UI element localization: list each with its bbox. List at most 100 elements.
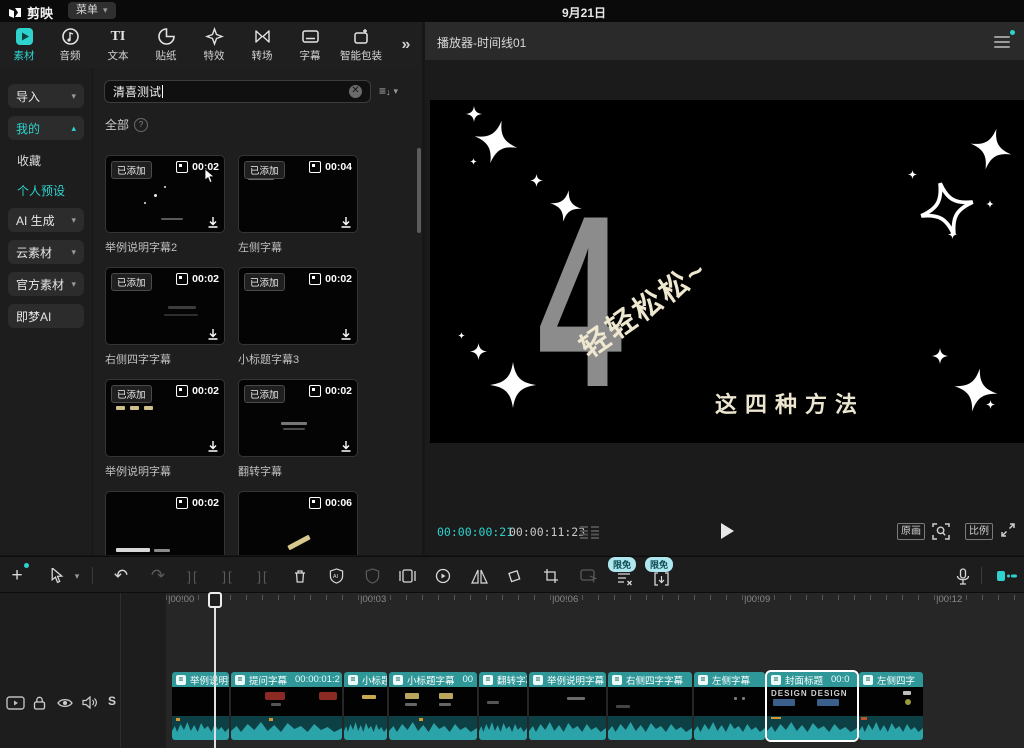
media-card[interactable]: 已添加 00:02 举例说明字幕2 [105, 155, 225, 255]
media-card[interactable]: 已添加 00:02 举例说明字幕 [105, 379, 225, 479]
speed-circle-icon [435, 568, 451, 584]
record-voiceover-button[interactable] [952, 565, 974, 587]
download-icon[interactable] [207, 440, 219, 452]
timeline-clip[interactable]: =左侧字幕 [694, 672, 765, 740]
timeline-clip[interactable]: =举例说明字幕 [529, 672, 606, 740]
fullscreen-icon[interactable] [1000, 522, 1016, 538]
search-input[interactable]: 清喜测试 ✕ [104, 80, 371, 103]
card-title: 举例说明字幕 [105, 463, 225, 479]
shield-icon [365, 568, 380, 584]
sidebar-item-dreamina-ai[interactable]: 即梦AI [8, 304, 84, 328]
rotate-button[interactable] [503, 565, 525, 587]
tab-transition[interactable]: 转场 [238, 25, 286, 65]
split-button[interactable]: ][ [217, 565, 239, 587]
ratio-button[interactable]: 比例 [965, 523, 993, 540]
hide-track-button[interactable] [57, 696, 73, 714]
text-template-icon: = [235, 675, 245, 685]
card-thumbnail: 已添加 00:02 [105, 155, 225, 233]
menu-button[interactable]: 菜单 ▾ [68, 2, 116, 19]
panel-scrollbar[interactable] [417, 148, 421, 233]
media-card[interactable]: 00:02 [105, 491, 225, 555]
clear-search-icon[interactable]: ✕ [349, 85, 362, 98]
auto-caption-button[interactable] [650, 568, 672, 590]
media-card[interactable]: 已添加 00:04 左侧字幕 [238, 155, 358, 255]
download-icon[interactable] [340, 216, 352, 228]
focus-zoom-icon[interactable] [932, 522, 950, 540]
batch-edit-button[interactable] [614, 568, 636, 590]
timeline-clip-selected[interactable]: =封面标题00:0 DESIGN DESIGN [767, 672, 857, 740]
crop-button[interactable] [540, 565, 562, 587]
tab-text[interactable]: TI 文本 [94, 25, 142, 65]
tab-effects[interactable]: 特效 [190, 25, 238, 65]
tab-audio[interactable]: 音频 [46, 25, 94, 65]
ribbon-expand-button[interactable]: » [390, 25, 422, 65]
sidebar-item-favorites[interactable]: 收藏 [17, 152, 41, 169]
mute-track-button[interactable] [82, 696, 97, 714]
speed-button[interactable] [432, 565, 454, 587]
tab-captions[interactable]: 字幕 [286, 25, 334, 65]
added-badge: 已添加 [111, 273, 152, 291]
timeline-clip[interactable]: =翻转字幕 [479, 672, 527, 740]
timeline-clip[interactable]: =左侧四字 [859, 672, 923, 740]
media-card[interactable]: 已添加 00:02 右侧四字字幕 [105, 267, 225, 367]
duration-label: 00:02 [192, 385, 219, 397]
download-icon[interactable] [207, 328, 219, 340]
download-icon[interactable] [340, 328, 352, 340]
undo-button[interactable]: ↶ [110, 565, 132, 587]
timeline-clip[interactable]: =小标题字幕 [344, 672, 387, 740]
tab-sticker[interactable]: 贴纸 [142, 25, 190, 65]
ruler-label: |00:09 [744, 594, 770, 605]
track-display-toggle[interactable] [996, 565, 1018, 587]
sidebar-item-official-media[interactable]: 官方素材▾ [8, 272, 84, 296]
timeline-clip[interactable]: =举例说明字幕 [172, 672, 229, 740]
media-card[interactable]: 已添加 00:02 翻转字幕 [238, 379, 358, 479]
lock-track-button[interactable] [33, 696, 46, 715]
player-menu-icon[interactable] [994, 36, 1010, 51]
media-card[interactable]: 00:06 [238, 491, 358, 555]
chevron-down-icon: ▾ [71, 215, 76, 226]
tab-media[interactable]: 素材 [0, 25, 48, 65]
sidebar-item-ai-generate[interactable]: AI 生成▾ [8, 208, 84, 232]
total-time: 00:00:11:23 [509, 525, 585, 539]
sort-button[interactable]: ≡↓ ▾ [379, 84, 398, 98]
timeline-clip[interactable]: =提问字幕00:00:01:2 [231, 672, 342, 740]
frame-select-button[interactable] [577, 565, 599, 587]
template-icon [309, 273, 321, 285]
mask-button[interactable] [396, 565, 418, 587]
mask-shield-button[interactable] [361, 565, 383, 587]
filter-all-label[interactable]: 全部 [105, 116, 129, 133]
trash-icon [293, 569, 307, 584]
timeline-clip[interactable]: =右侧四字字幕 [608, 672, 692, 740]
split-left-button[interactable]: ][ [182, 565, 204, 587]
delete-button[interactable] [289, 565, 311, 587]
sidebar-item-mine[interactable]: 我的▴ [8, 116, 84, 140]
app-logo-text: 剪映 [27, 3, 53, 22]
add-media-button[interactable]: + [6, 565, 28, 587]
redo-button[interactable]: ↷ [147, 565, 169, 587]
download-icon[interactable] [340, 440, 352, 452]
timeline-clip[interactable]: =小标题字幕00 [389, 672, 477, 740]
mirror-button[interactable] [468, 565, 490, 587]
sidebar-item-personal-presets[interactable]: 个人预设 [17, 182, 65, 199]
select-tool-button[interactable] [46, 565, 68, 587]
video-preview-canvas[interactable]: 4 轻轻松松~ 这四种方法 [430, 100, 1024, 443]
ribbon-tabbar: 素材 音频 TI 文本 贴纸 特效 转场 [0, 22, 422, 69]
playhead-handle[interactable] [208, 592, 222, 608]
template-icon [176, 497, 188, 509]
search-value: 清喜测试 [113, 83, 161, 100]
play-button[interactable] [721, 523, 734, 539]
sidebar-item-cloud-media[interactable]: 云素材▾ [8, 240, 84, 264]
playhead-line[interactable] [214, 593, 216, 748]
download-icon[interactable] [207, 216, 219, 228]
frame-view-icon[interactable] [580, 526, 599, 539]
smart-cutout-button[interactable]: AI [325, 565, 347, 587]
original-quality-button[interactable]: 原画 [897, 523, 925, 540]
select-tool-chevron[interactable]: ▾ [66, 565, 88, 587]
help-icon[interactable]: ? [134, 118, 148, 132]
solo-track-button[interactable]: S [108, 694, 116, 708]
split-right-button[interactable]: ][ [252, 565, 274, 587]
timeline-ruler[interactable] [166, 595, 1024, 600]
media-card[interactable]: 已添加 00:02 小标题字幕3 [238, 267, 358, 367]
sidebar-item-import[interactable]: 导入▾ [8, 84, 84, 108]
tab-smart-pack[interactable]: 智能包装 [334, 25, 388, 65]
